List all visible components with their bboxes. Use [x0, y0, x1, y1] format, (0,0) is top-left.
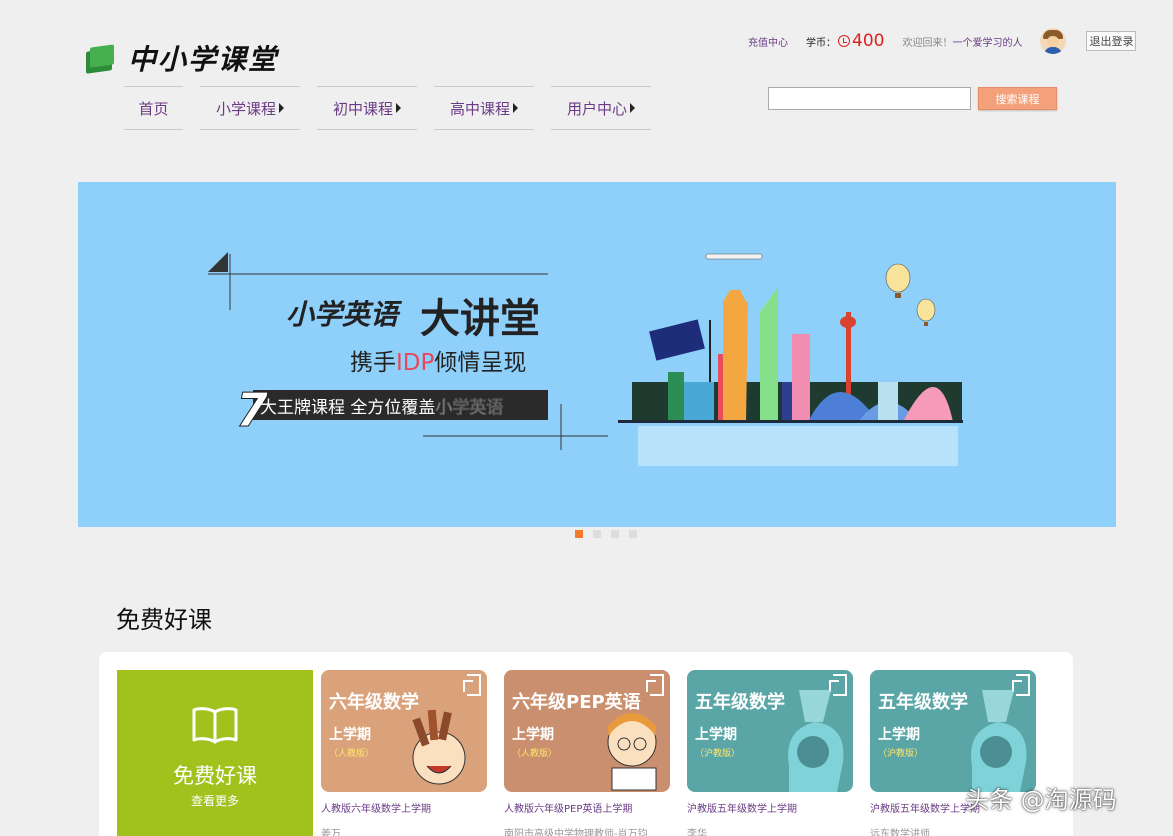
course-teacher: 远东数学讲师 — [870, 829, 930, 836]
carousel-dots — [575, 530, 637, 538]
nav-middle-courses[interactable]: 初中课程 — [317, 86, 417, 130]
hero-banner[interactable]: 小学英语 大讲堂 携手IDP倾情呈现 7 大王牌课程 全方位覆盖小学英语 — [78, 182, 1116, 527]
section-title: 免费好课 — [116, 606, 212, 634]
open-book-icon — [192, 707, 238, 744]
course-card[interactable]: 五年级数学 上学期 （沪教版） 沪教版五年级数学上学期 李华 — [687, 670, 853, 836]
banner-headline-b: 大讲堂 — [420, 296, 540, 342]
banner-headline-a: 小学英语 — [286, 298, 403, 331]
site-logo[interactable]: 中小学课堂 — [86, 38, 278, 78]
course-name[interactable]: 沪教版五年级数学上学期 — [687, 800, 853, 815]
svg-text:大王牌课程 全方位覆盖小学英语: 大王牌课程 全方位覆盖小学英语 — [260, 397, 503, 418]
course-teacher: 南阳市高级中学物理教师-肖万钧 — [504, 829, 648, 836]
brain-head-illustration — [971, 690, 1027, 792]
search-input[interactable] — [768, 87, 971, 110]
caret-right-icon — [396, 103, 401, 113]
caret-right-icon — [513, 103, 518, 113]
avatar[interactable] — [1040, 28, 1067, 54]
brain-head-illustration — [788, 690, 844, 792]
banner-sub-a: 携手 — [350, 350, 396, 376]
course-thumbnail[interactable]: 六年级数学 上学期 （人教版） — [321, 670, 487, 792]
nav-home[interactable]: 首页 — [124, 86, 183, 130]
nav-user-center[interactable]: 用户中心 — [551, 86, 651, 130]
welcome-text: 欢迎回来！ — [902, 37, 953, 49]
logo-text: 中小学课堂 — [128, 43, 279, 76]
logout-button[interactable]: 退出登录 — [1086, 31, 1137, 51]
watermark: 头条 @淘源码 — [965, 786, 1117, 814]
carousel-dot[interactable] — [593, 530, 601, 538]
clock-coin-icon — [838, 35, 850, 47]
coin-label: 学币： — [806, 37, 836, 49]
banner-sub-b: 倾情呈现 — [434, 350, 526, 376]
caret-right-icon — [279, 103, 284, 113]
book-logo-icon — [86, 44, 116, 74]
coin-value: 400 — [852, 31, 885, 51]
recharge-link[interactable]: 充值中心 — [748, 34, 788, 49]
course-teacher: 李华 — [687, 829, 707, 836]
user-topbar: 充值中心 学币： 400 欢迎回来！ 一个爱学习的人 退出登录 — [748, 28, 1137, 54]
city-skyline — [618, 253, 963, 466]
student-illustration — [412, 709, 466, 785]
carousel-dot[interactable] — [575, 530, 583, 538]
svg-text:携手IDP倾情呈现: 携手IDP倾情呈现 — [350, 350, 526, 376]
nav-primary-courses[interactable]: 小学课程 — [200, 86, 300, 130]
girl-reading-illustration — [607, 713, 657, 791]
see-more-link[interactable]: 查看更多 — [117, 792, 313, 809]
course-card[interactable]: 六年级数学 上学期 （人教版） 人教版六年级数学上学期 姜万 — [321, 670, 487, 836]
username-link[interactable]: 一个爱学习的人 — [952, 34, 1022, 49]
search-button[interactable]: 搜索课程 — [978, 87, 1057, 110]
nav-high-courses[interactable]: 高中课程 — [434, 86, 534, 130]
banner-illustration: 小学英语 大讲堂 携手IDP倾情呈现 7 大王牌课程 全方位覆盖小学英语 — [208, 252, 963, 466]
caret-right-icon — [630, 103, 635, 113]
carousel-dot[interactable] — [629, 530, 637, 538]
banner-tag-highlight: 小学英语 — [435, 397, 503, 418]
course-teacher: 姜万 — [321, 829, 341, 836]
course-card[interactable]: 六年级PEP英语 上学期 （人教版） 人教版六年级PEP英语上学期 南阳市高级中… — [504, 670, 670, 836]
course-thumbnail[interactable]: 五年级数学 上学期 （沪教版） — [870, 670, 1036, 792]
course-thumbnail[interactable]: 六年级PEP英语 上学期 （人教版） — [504, 670, 670, 792]
course-name[interactable]: 人教版六年级数学上学期 — [321, 800, 487, 815]
main-nav: 首页 小学课程 初中课程 高中课程 用户中心 — [124, 86, 668, 130]
free-courses-card[interactable]: 免费好课 查看更多 — [117, 670, 313, 836]
carousel-dot[interactable] — [611, 530, 619, 538]
banner-sub-highlight: IDP — [396, 350, 434, 376]
course-name[interactable]: 人教版六年级PEP英语上学期 — [504, 800, 670, 815]
free-card-title: 免费好课 — [173, 764, 257, 788]
course-thumbnail[interactable]: 五年级数学 上学期 （沪教版） — [687, 670, 853, 792]
banner-tag-text: 大王牌课程 全方位覆盖 — [260, 398, 435, 418]
